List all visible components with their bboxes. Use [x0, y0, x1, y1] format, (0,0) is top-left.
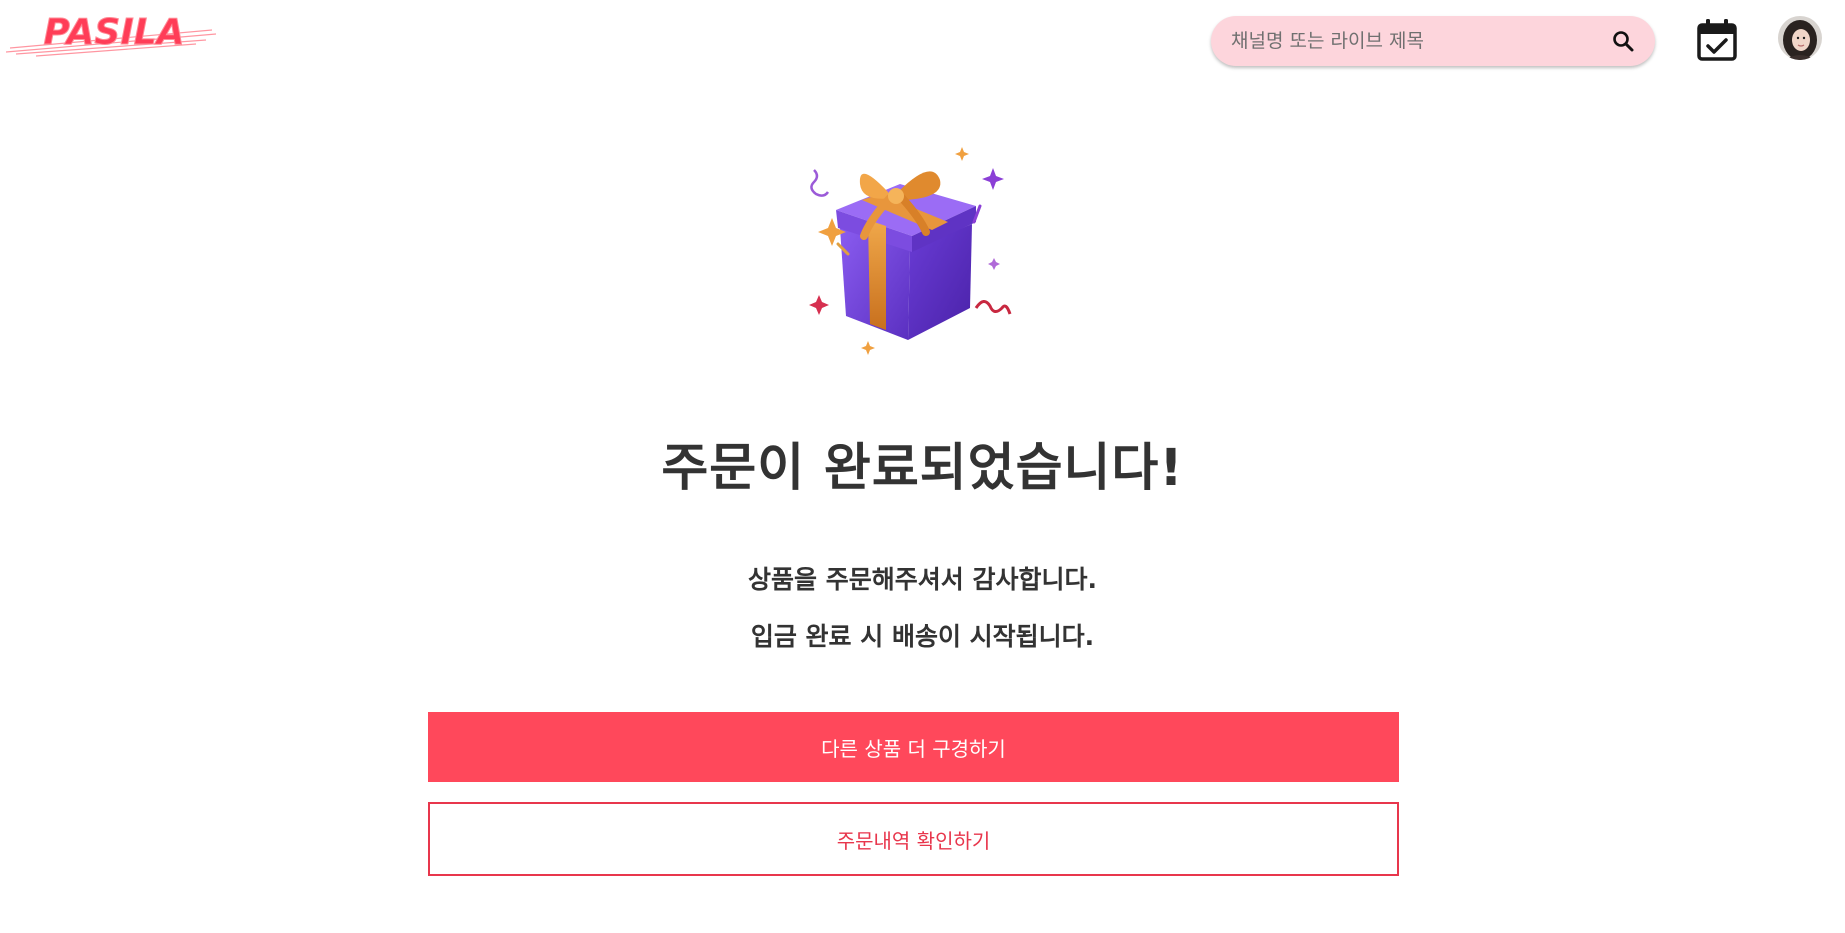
gift-box-icon	[800, 140, 1030, 360]
pasila-logo[interactable]: PASILA	[5, 8, 217, 58]
shipping-notice-message: 입금 완료 시 배송이 시작됩니다.	[750, 622, 1095, 651]
calendar-check-icon[interactable]	[1696, 18, 1738, 62]
thank-you-message: 상품을 주문해주셔서 감사합니다.	[748, 565, 1097, 594]
search-icon[interactable]	[1611, 29, 1635, 53]
logo-text: PASILA	[43, 12, 184, 53]
top-header: PASILA	[0, 0, 1845, 78]
view-order-history-button[interactable]: 주문내역 확인하기	[428, 802, 1399, 876]
search-input[interactable]	[1231, 16, 1591, 66]
page-title: 주문이 완료되었습니다!	[661, 439, 1184, 498]
avatar[interactable]	[1778, 16, 1822, 60]
search-bar	[1211, 16, 1655, 66]
continue-shopping-button[interactable]: 다른 상품 더 구경하기	[428, 712, 1399, 782]
